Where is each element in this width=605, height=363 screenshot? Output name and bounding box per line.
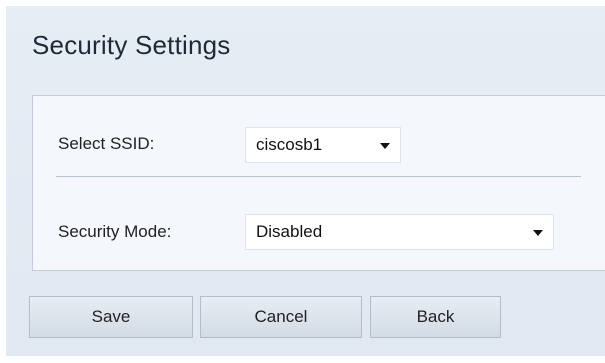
security-settings-page: Security Settings Select SSID: ciscosb1 … <box>6 6 605 356</box>
cancel-button[interactable]: Cancel <box>200 296 362 338</box>
ssid-select-value: ciscosb1 <box>256 135 323 154</box>
select-ssid-label: Select SSID: <box>58 134 155 153</box>
chevron-down-icon <box>533 230 543 236</box>
security-mode-label: Security Mode: <box>58 222 172 241</box>
chevron-down-icon <box>380 143 390 149</box>
page-title: Security Settings <box>32 30 231 60</box>
back-button[interactable]: Back <box>370 296 501 338</box>
security-mode-select[interactable]: Disabled <box>245 214 554 250</box>
save-button[interactable]: Save <box>29 296 193 338</box>
security-mode-select-value: Disabled <box>256 222 323 241</box>
settings-panel: Select SSID: ciscosb1 Security Mode: Dis… <box>32 95 605 271</box>
divider <box>56 176 581 177</box>
ssid-select[interactable]: ciscosb1 <box>245 127 401 163</box>
